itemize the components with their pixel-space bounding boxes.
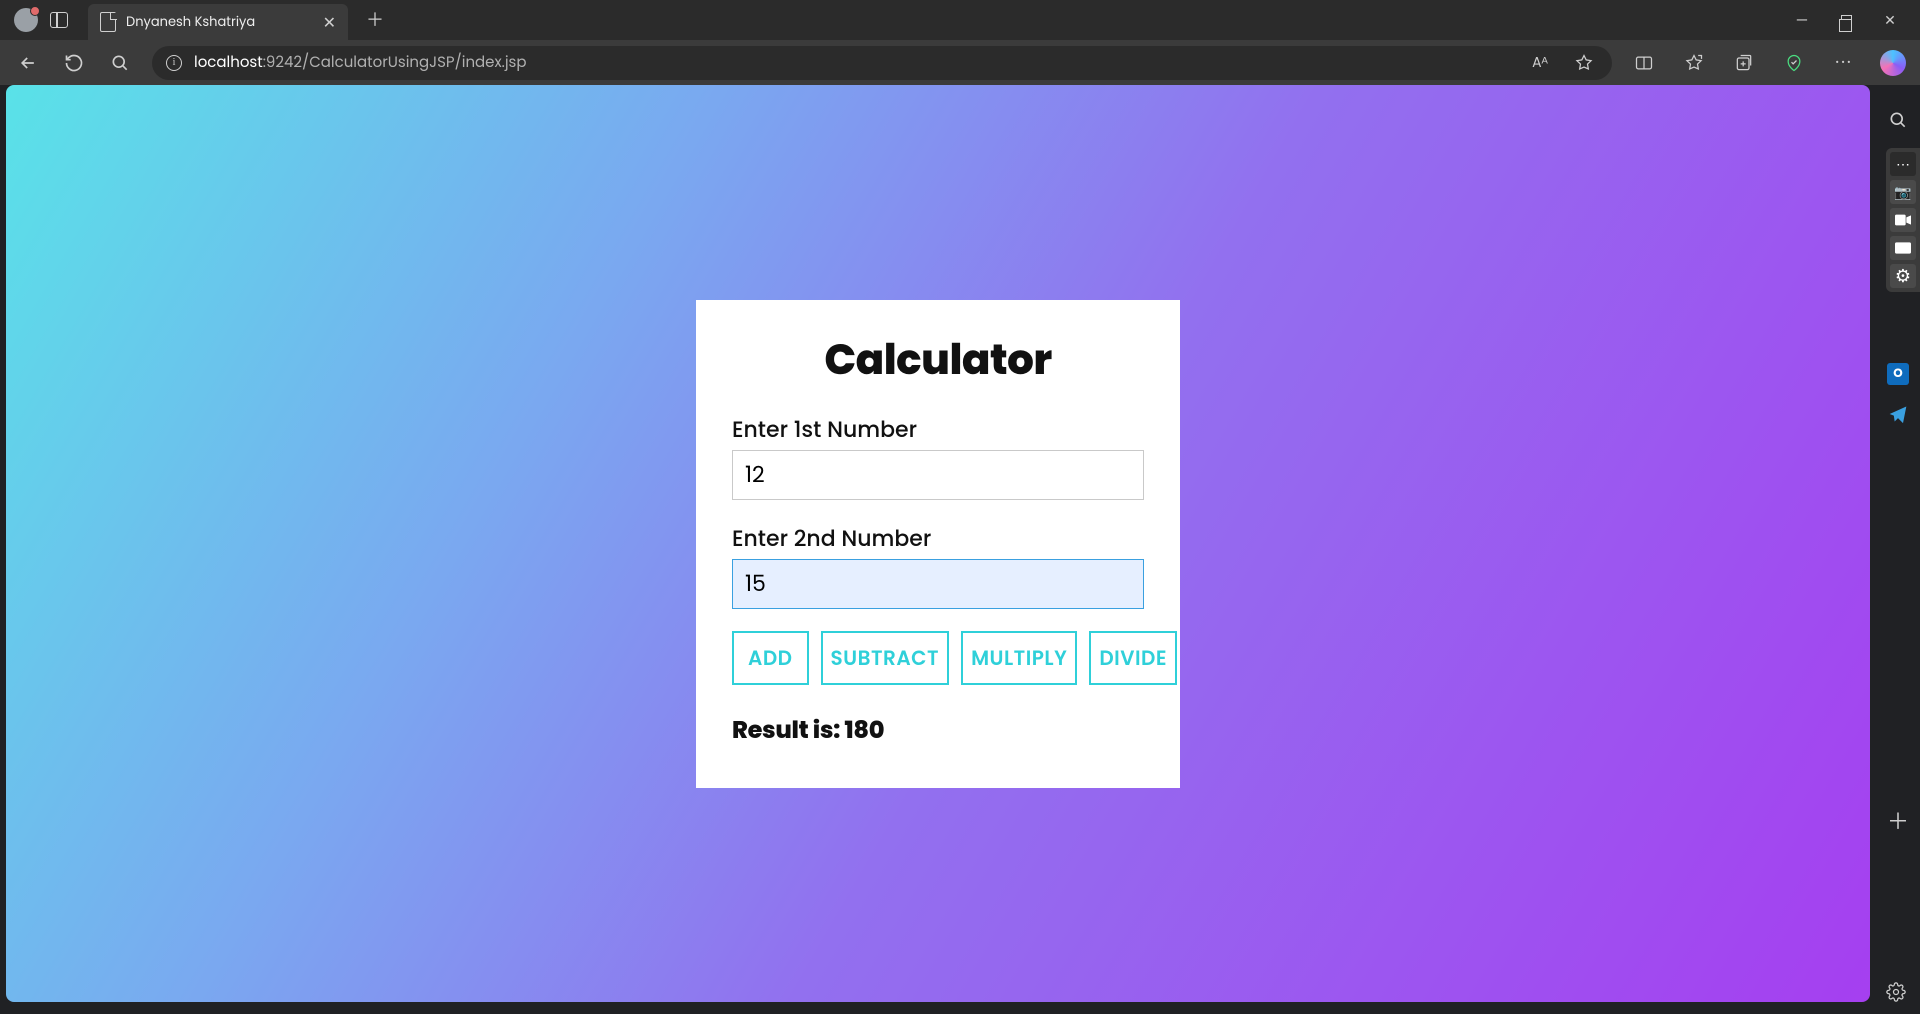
page-viewport: Calculator Enter 1st Number Enter 2nd Nu… xyxy=(6,85,1870,1002)
copilot-icon[interactable] xyxy=(1880,50,1906,76)
page-file-icon xyxy=(100,12,116,32)
window-maximize-button[interactable] xyxy=(1824,0,1868,40)
operation-button-row: ADD SUBTRACT MULTIPLY DIVIDE xyxy=(732,631,1144,685)
sidebar-outlook-icon[interactable]: O xyxy=(1885,361,1911,387)
profile-avatar-icon[interactable] xyxy=(14,8,38,32)
divide-button[interactable]: DIVIDE xyxy=(1089,631,1177,685)
tab-title: Dnyanesh Kshatriya xyxy=(126,12,311,32)
split-screen-icon[interactable] xyxy=(1630,49,1658,77)
tab-actions-icon[interactable] xyxy=(50,12,68,28)
search-button[interactable] xyxy=(106,49,134,77)
window-minimize-button[interactable]: — xyxy=(1780,0,1824,40)
browser-tab[interactable]: Dnyanesh Kshatriya ✕ xyxy=(88,4,348,40)
sidebar-search-icon[interactable] xyxy=(1885,107,1911,133)
back-button[interactable] xyxy=(14,49,42,77)
first-number-input[interactable] xyxy=(732,450,1144,500)
close-tab-icon[interactable]: ✕ xyxy=(323,10,336,35)
toolbar-right-icons: ··· xyxy=(1630,49,1906,77)
read-aloud-icon[interactable]: Aᴬ xyxy=(1526,49,1554,77)
capture-video-icon[interactable] xyxy=(1890,208,1916,232)
multiply-button[interactable]: MULTIPLY xyxy=(961,631,1077,685)
window-close-button[interactable]: ✕ xyxy=(1868,0,1912,40)
result-value: 180 xyxy=(844,714,884,747)
window-titlebar: Dnyanesh Kshatriya ✕ ＋ — ✕ xyxy=(0,0,1920,40)
sidebar-add-icon[interactable]: ＋ xyxy=(1885,808,1911,834)
capture-more-icon[interactable]: ⋯ xyxy=(1890,152,1916,176)
result-text: Result is: 180 xyxy=(732,713,1144,748)
sidebar-settings-icon[interactable] xyxy=(1886,982,1906,1002)
more-options-icon[interactable]: ··· xyxy=(1830,49,1858,77)
site-info-icon[interactable]: i xyxy=(166,55,182,71)
browser-toolbar: i localhost:9242/CalculatorUsingJSP/inde… xyxy=(0,40,1920,85)
url-text: localhost:9242/CalculatorUsingJSP/index.… xyxy=(194,51,527,74)
calculator-card: Calculator Enter 1st Number Enter 2nd Nu… xyxy=(696,300,1180,788)
calculator-title: Calculator xyxy=(732,328,1144,391)
subtract-button[interactable]: SUBTRACT xyxy=(821,631,950,685)
capture-screen-icon[interactable] xyxy=(1890,236,1916,260)
second-number-input[interactable] xyxy=(732,559,1144,609)
url-path: :9242/CalculatorUsingJSP/index.jsp xyxy=(263,52,527,73)
new-tab-button[interactable]: ＋ xyxy=(366,6,384,34)
capture-tool-panel: ⋯ 📷 ⚙ xyxy=(1886,148,1920,292)
sidebar-send-icon[interactable] xyxy=(1885,401,1911,427)
second-number-label: Enter 2nd Number xyxy=(732,522,1144,555)
refresh-button[interactable] xyxy=(60,49,88,77)
address-bar[interactable]: i localhost:9242/CalculatorUsingJSP/inde… xyxy=(152,46,1612,80)
add-button[interactable]: ADD xyxy=(732,631,809,685)
favorites-icon[interactable] xyxy=(1680,49,1708,77)
collections-icon[interactable] xyxy=(1730,49,1758,77)
capture-settings-icon[interactable]: ⚙ xyxy=(1890,264,1916,288)
browser-essentials-icon[interactable] xyxy=(1780,49,1808,77)
favorite-star-icon[interactable] xyxy=(1570,49,1598,77)
capture-camera-icon[interactable]: 📷 xyxy=(1890,180,1916,204)
first-number-label: Enter 1st Number xyxy=(732,413,1144,446)
result-label: Result is: xyxy=(732,714,844,747)
url-host: localhost xyxy=(194,52,263,73)
